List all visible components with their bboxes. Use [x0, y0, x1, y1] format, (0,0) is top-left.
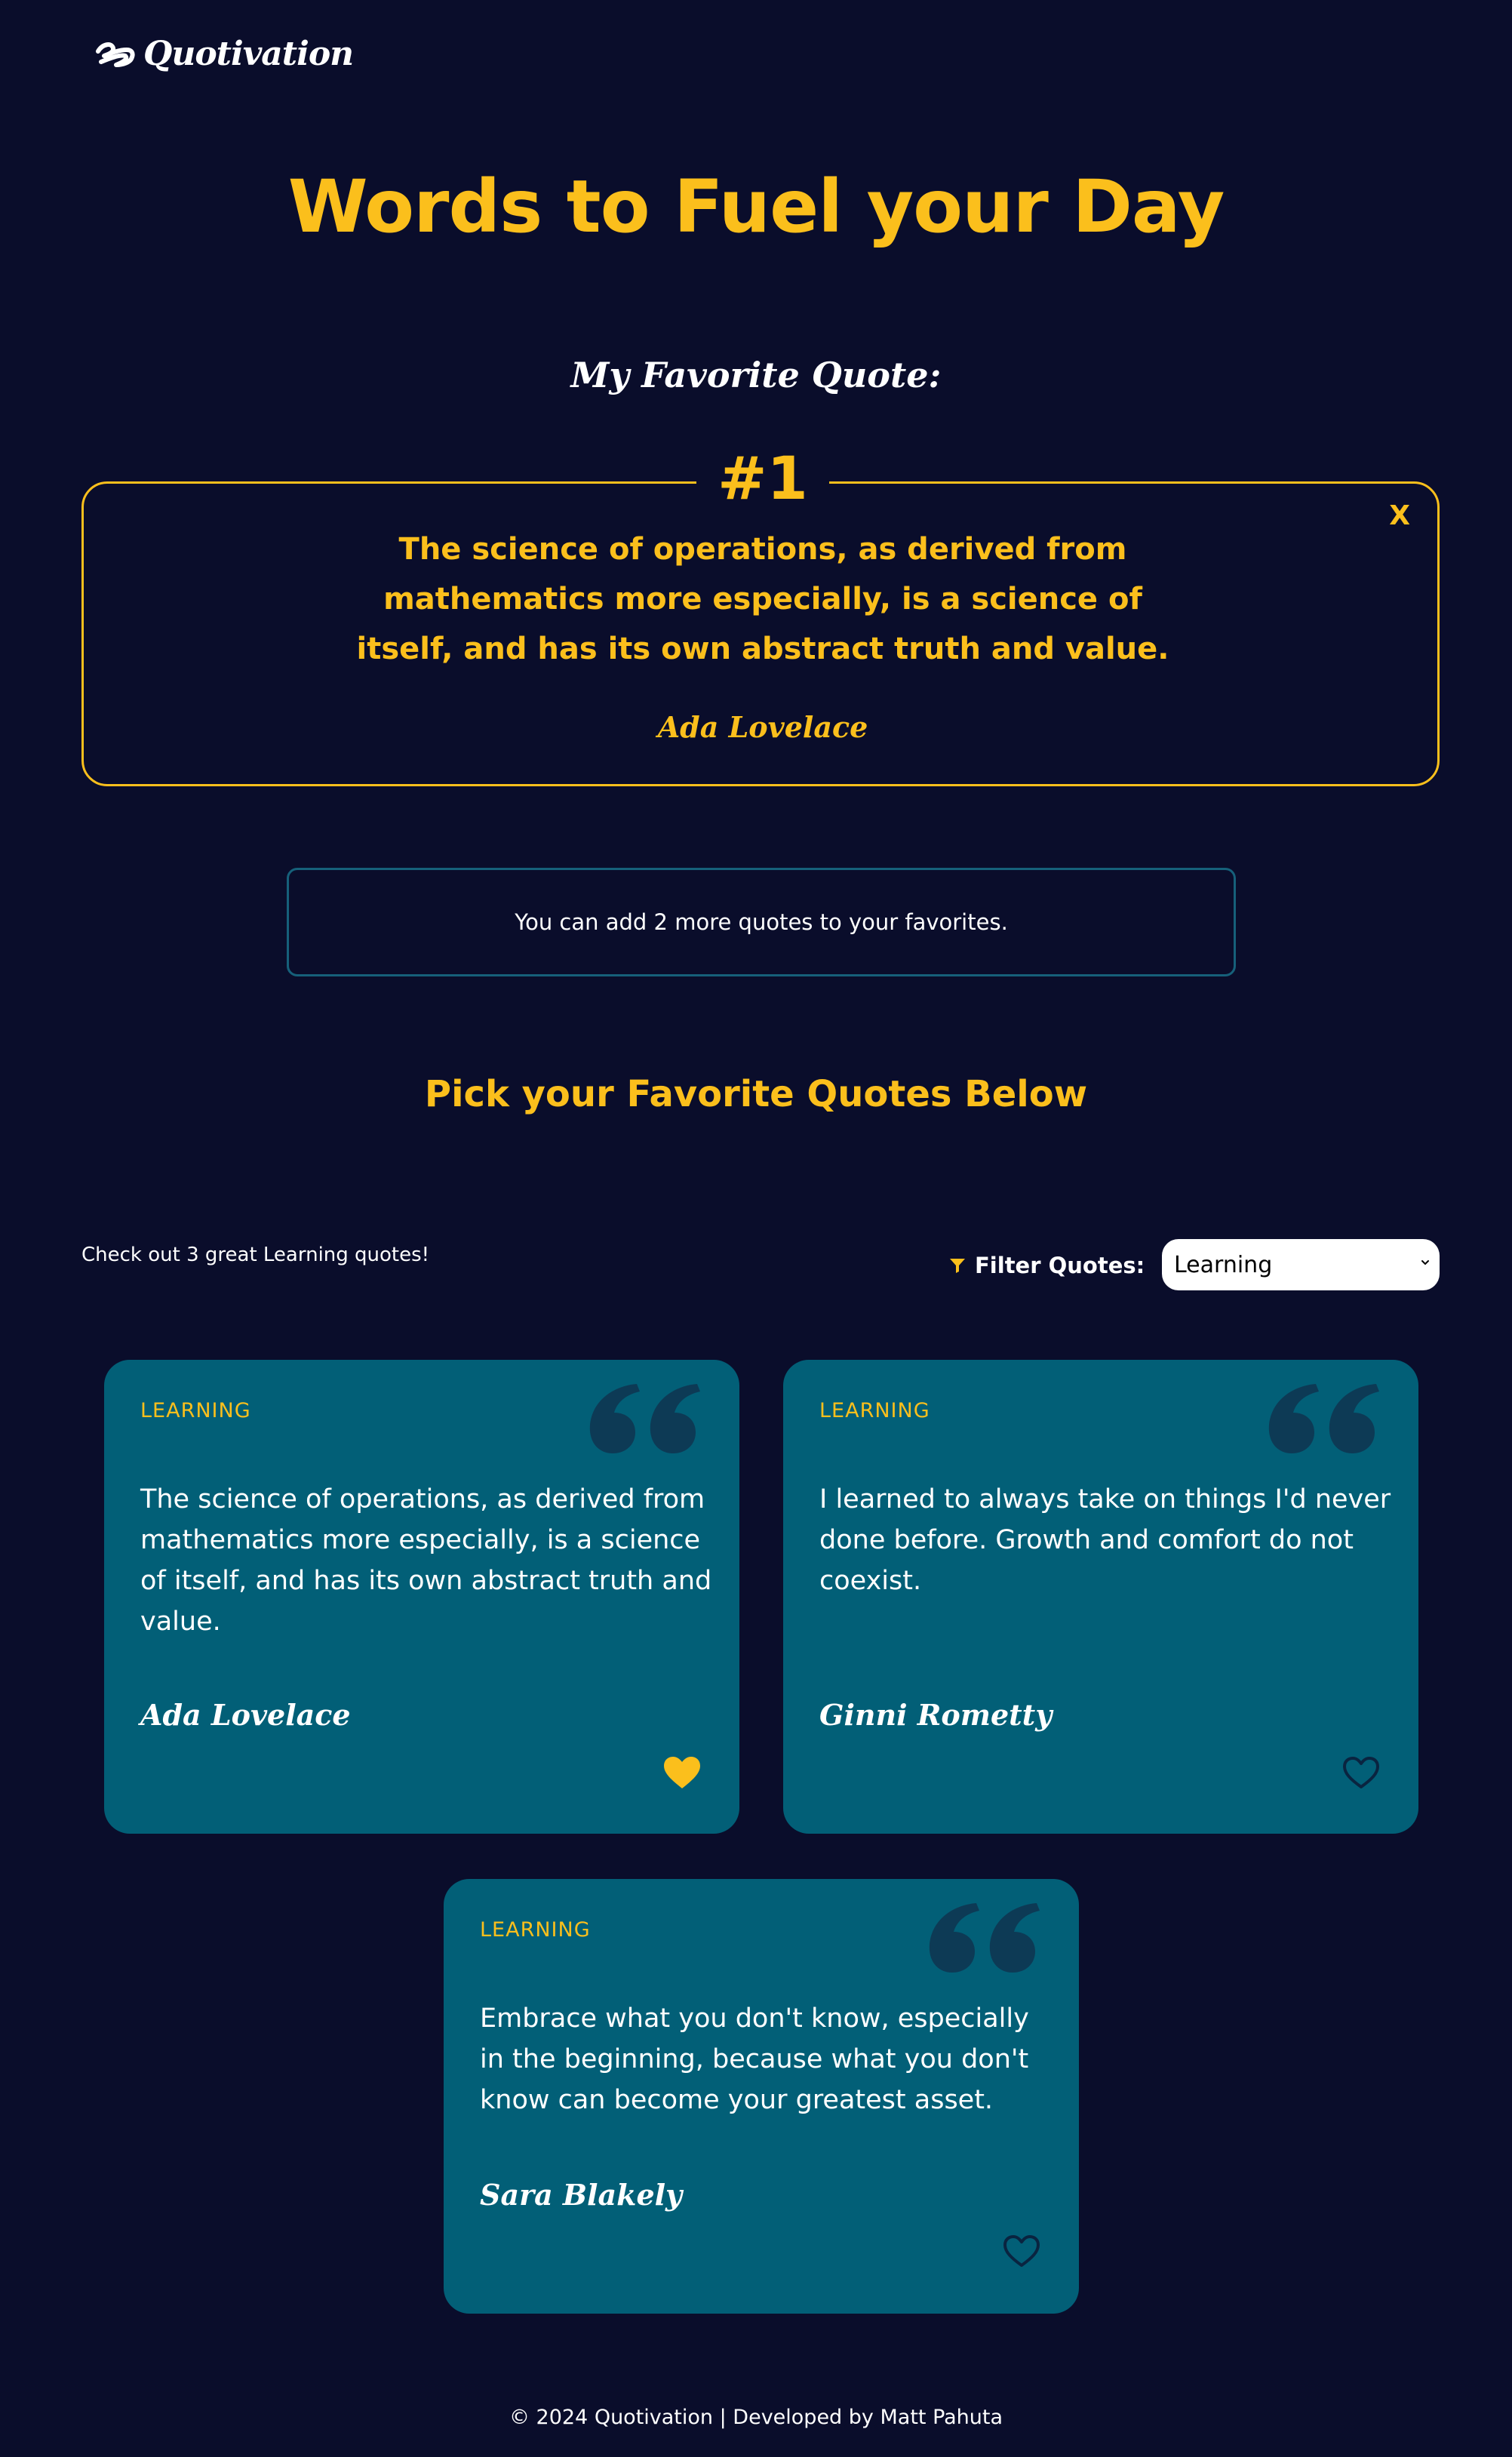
filter-select[interactable]: Learning: [1162, 1239, 1440, 1290]
favorite-quote-text: The science of operations, as derived fr…: [356, 532, 1169, 666]
favorite-rank: #1: [696, 441, 829, 517]
heart-icon[interactable]: [1002, 2234, 1041, 2268]
favorites-notice: You can add 2 more quotes to your favori…: [287, 868, 1236, 976]
quote-text: I learned to always take on things I'd n…: [819, 1484, 1391, 1596]
quote-category: LEARNING: [140, 1399, 251, 1422]
favorite-rank-wrapper: #1: [84, 441, 1442, 517]
quote-mark-icon: [929, 1903, 1040, 1973]
quote-category: LEARNING: [819, 1399, 930, 1422]
quote-card: LEARNING I learned to always take on thi…: [783, 1360, 1418, 1834]
footer-text: © 2024 Quotivation | Developed by Matt P…: [509, 2406, 1003, 2429]
brand-logo[interactable]: Quotivation: [94, 35, 354, 73]
quote-author: Ada Lovelace: [140, 1698, 351, 1732]
quote-text: Embrace what you don't know, especially …: [480, 2003, 1029, 2115]
quote-category: LEARNING: [480, 1918, 591, 1942]
brand-name: Quotivation: [143, 35, 354, 73]
quote-count-text: Check out 3 great Learning quotes!: [81, 1244, 430, 1266]
filter-select-value: Learning: [1174, 1251, 1273, 1278]
quote-author: Ginni Rometty: [819, 1698, 1053, 1732]
filter-label-text: Filter Quotes:: [975, 1253, 1145, 1278]
favorites-notice-text: You can add 2 more quotes to your favori…: [515, 909, 1008, 935]
filter-label: Filter Quotes:: [949, 1253, 1145, 1278]
close-icon[interactable]: X: [1389, 500, 1410, 531]
quote-author: Sara Blakely: [480, 2178, 683, 2212]
quote-mark-icon: [1268, 1384, 1379, 1453]
logo-swoosh-icon: [96, 42, 135, 67]
heart-icon[interactable]: [662, 1755, 702, 1790]
heart-icon[interactable]: [1341, 1755, 1381, 1790]
quote-mark-icon: [589, 1384, 700, 1453]
chevron-down-icon: [1421, 1260, 1429, 1265]
page-title: Words to Fuel your Day: [287, 165, 1225, 249]
pick-quotes-heading: Pick your Favorite Quotes Below: [424, 1073, 1088, 1115]
quote-card: LEARNING The science of operations, as d…: [104, 1360, 739, 1834]
quote-card: LEARNING Embrace what you don't know, es…: [444, 1879, 1079, 2314]
footer: © 2024 Quotivation | Developed by Matt P…: [0, 2406, 1512, 2429]
favorite-quote-box: #1 X The science of operations, as deriv…: [81, 441, 1440, 786]
favorites-heading: My Favorite Quote:: [570, 355, 942, 395]
filter-icon: [950, 1259, 965, 1273]
favorite-quote-author: Ada Lovelace: [657, 710, 868, 744]
quote-text: The science of operations, as derived fr…: [140, 1484, 712, 1637]
